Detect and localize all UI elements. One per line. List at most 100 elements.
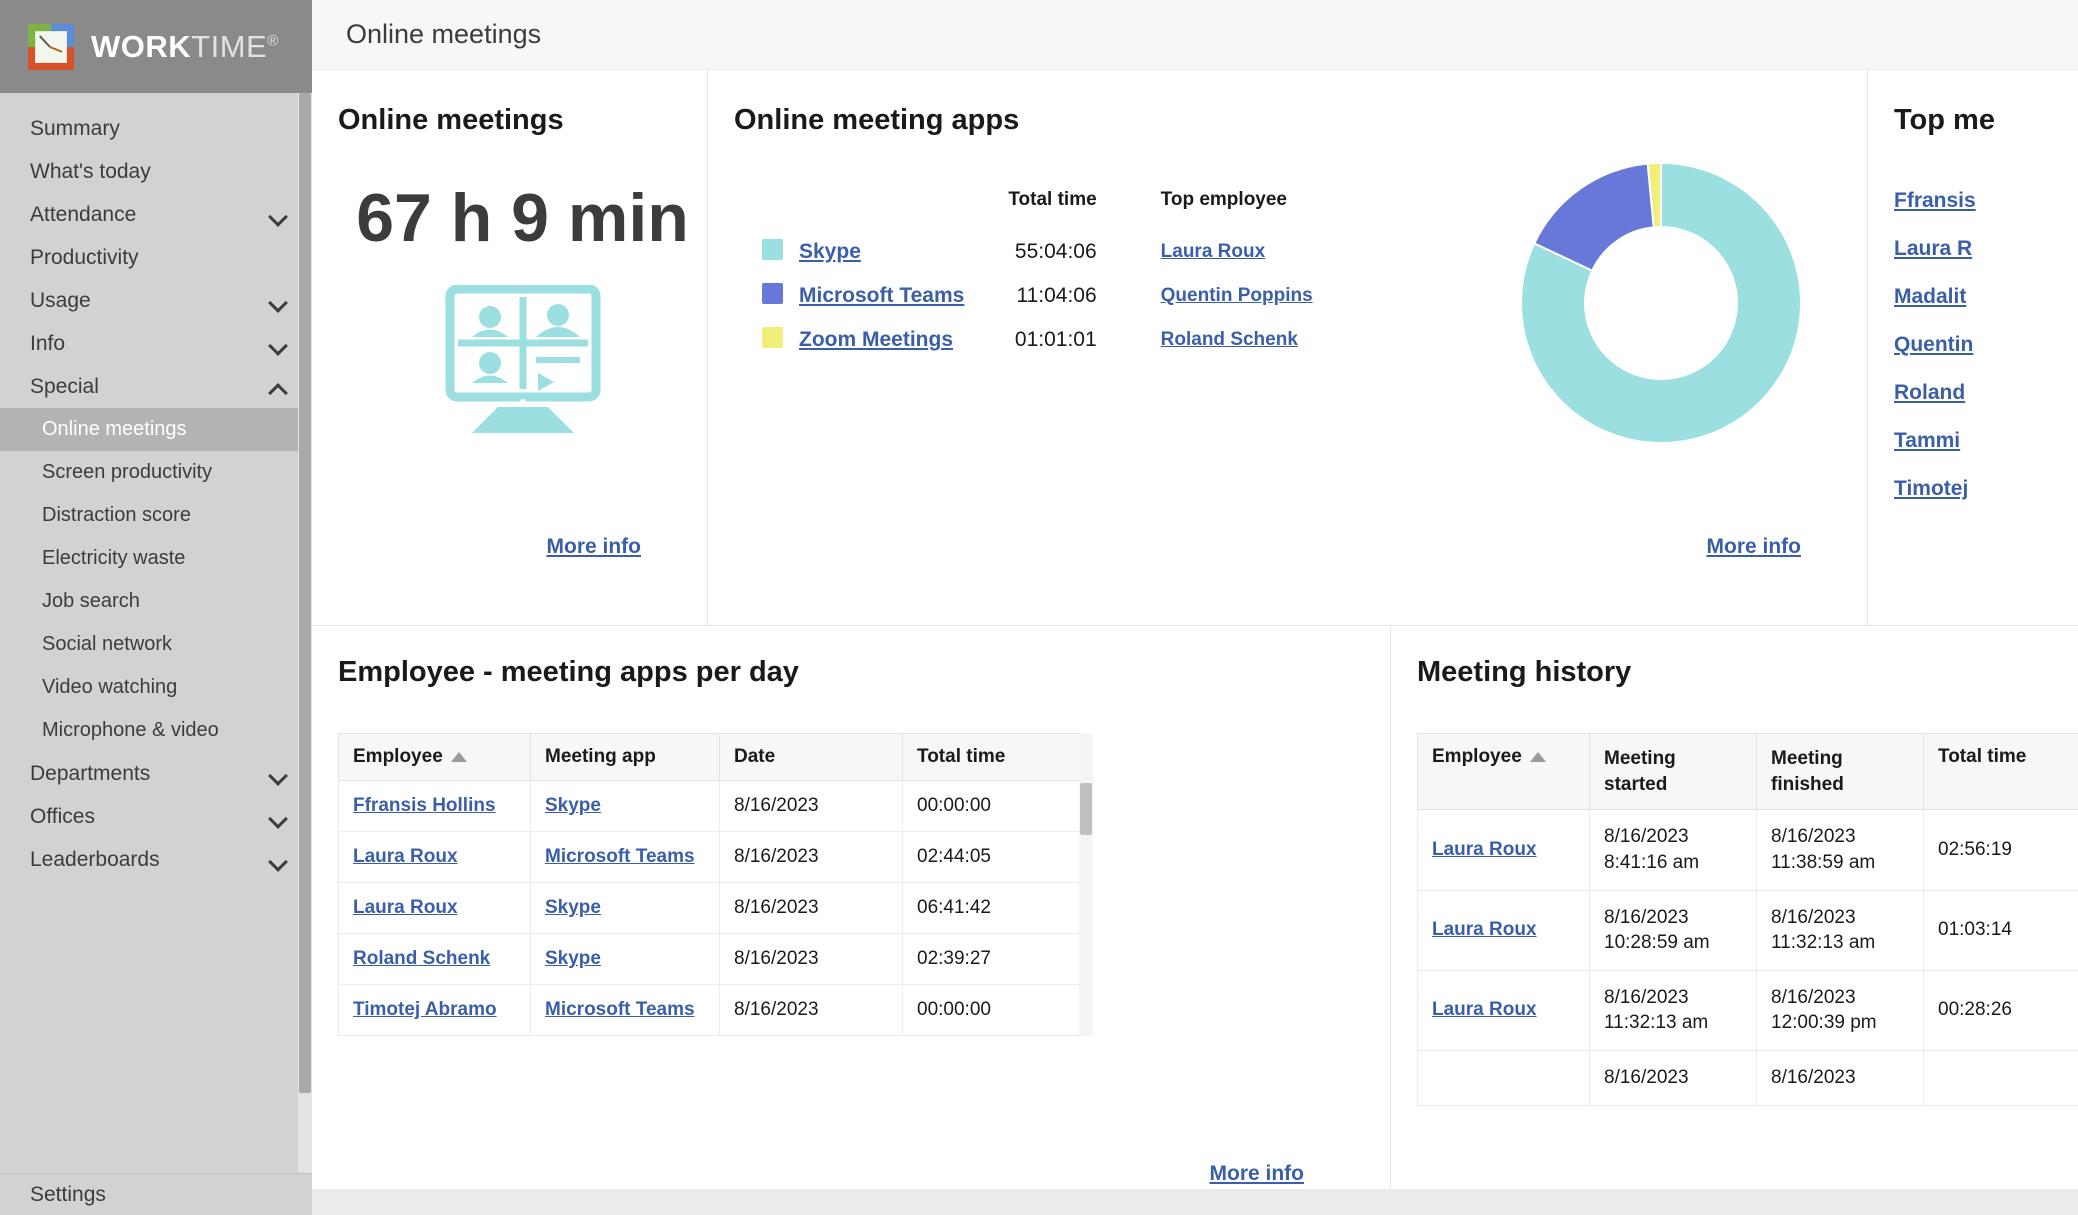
sidebar-item-social-network[interactable]: Social network bbox=[0, 623, 312, 666]
list-item[interactable]: Roland bbox=[1894, 381, 2078, 405]
sidebar-item-usage[interactable]: Usage bbox=[0, 279, 312, 322]
sidebar-item-label: Leaderboards bbox=[30, 847, 160, 871]
col-header-meeting-app[interactable]: Meeting app bbox=[530, 733, 720, 781]
sidebar-scrollbar[interactable] bbox=[298, 93, 312, 1173]
employee-link[interactable]: Laura Roux bbox=[1432, 919, 1537, 940]
cell-total-time: 06:41:42 bbox=[902, 882, 1080, 934]
employee-link[interactable]: Roland Schenk bbox=[1161, 329, 1298, 350]
list-item[interactable]: Quentin bbox=[1894, 333, 2078, 357]
chevron-down-icon bbox=[269, 292, 286, 309]
employee-link[interactable]: Laura Roux bbox=[353, 846, 458, 867]
table-row: 8/16/2023 8/16/2023 bbox=[1417, 1050, 2078, 1106]
col-header-total-time[interactable]: Total time bbox=[1923, 732, 2078, 811]
app-link-skype[interactable]: Skype bbox=[799, 240, 861, 263]
sidebar-item-leaderboards[interactable]: Leaderboards bbox=[0, 838, 312, 881]
sidebar-item-electricity-waste[interactable]: Electricity waste bbox=[0, 537, 312, 580]
cell-employee: Roland Schenk bbox=[338, 933, 531, 985]
table-row: Laura Roux 8/16/2023 10:28:59 am 8/16/20… bbox=[1417, 889, 2078, 971]
sidebar-item-productivity[interactable]: Productivity bbox=[0, 236, 312, 279]
chevron-down-icon bbox=[269, 765, 286, 782]
sidebar-item-screen-productivity[interactable]: Screen productivity bbox=[0, 451, 312, 494]
list-item[interactable]: Madalit bbox=[1894, 285, 2078, 309]
employee-link[interactable]: Timotej Abramo bbox=[353, 999, 497, 1020]
cell-total-time: 00:28:26 bbox=[1923, 969, 2078, 1052]
meeting-history-table: Employee Meeting started Meeting finishe… bbox=[1417, 732, 2078, 1106]
list-item[interactable]: Ffransis bbox=[1894, 189, 2078, 213]
app-link[interactable]: Skype bbox=[545, 897, 601, 918]
employee-link[interactable]: Laura Roux bbox=[1161, 241, 1266, 262]
sidebar-item-label: Video watching bbox=[42, 676, 178, 698]
apps-card-body: Total time Top employee Skype 55:04:06 L… bbox=[734, 161, 1867, 458]
meeting-apps-more-info-link[interactable]: More info bbox=[1707, 535, 1802, 559]
bottom-card-row: Employee - meeting apps per day Employee… bbox=[312, 626, 2078, 1214]
col-header-app bbox=[799, 189, 964, 239]
app-link[interactable]: Skype bbox=[545, 948, 601, 969]
col-header-meeting-started[interactable]: Meeting started bbox=[1589, 732, 1757, 811]
sidebar-item-job-search[interactable]: Job search bbox=[0, 580, 312, 623]
employee-table-more-info-link[interactable]: More info bbox=[1210, 1162, 1305, 1186]
list-item[interactable]: Laura R bbox=[1894, 237, 2078, 261]
list-item[interactable]: Timotej bbox=[1894, 477, 2078, 501]
sidebar-item-video-watching[interactable]: Video watching bbox=[0, 666, 312, 709]
app-link-zoom-meetings[interactable]: Zoom Meetings bbox=[799, 328, 953, 351]
app-link-microsoft-teams[interactable]: Microsoft Teams bbox=[799, 284, 964, 307]
legend-swatch-cell bbox=[762, 327, 799, 371]
list-item[interactable]: Tammi bbox=[1894, 429, 2078, 453]
app-link[interactable]: Microsoft Teams bbox=[545, 999, 695, 1020]
sidebar-item-attendance[interactable]: Attendance bbox=[0, 193, 312, 236]
sidebar-item-label: Microphone & video bbox=[42, 719, 219, 741]
sidebar-item-summary[interactable]: Summary bbox=[0, 107, 312, 150]
app-link[interactable]: Skype bbox=[545, 795, 601, 816]
top-meetings-card: Top me Ffransis Laura R Madalit Quentin … bbox=[1868, 70, 2078, 625]
app-root: WORKTIME® Summary What's today Attendanc… bbox=[0, 0, 2078, 1215]
sidebar-item-microphone-video[interactable]: Microphone & video bbox=[0, 709, 312, 752]
employee-table-scrollbar[interactable] bbox=[1079, 733, 1093, 1036]
sidebar-item-distraction-score[interactable]: Distraction score bbox=[0, 494, 312, 537]
employee-table-scrollbar-thumb[interactable] bbox=[1080, 783, 1092, 835]
sort-ascending-icon bbox=[450, 751, 467, 762]
page-title: Online meetings bbox=[346, 19, 542, 49]
sidebar-item-label: Info bbox=[30, 331, 66, 355]
cell-meeting-started: 8/16/2023 11:32:13 am bbox=[1589, 969, 1757, 1052]
app-total-time-cell: 55:04:06 bbox=[1014, 240, 1097, 263]
table-header-row: Employee Meeting started Meeting finishe… bbox=[1417, 732, 2078, 811]
employee-link[interactable]: Laura Roux bbox=[1432, 839, 1537, 860]
sidebar: WORKTIME® Summary What's today Attendanc… bbox=[0, 0, 312, 1215]
col-header-meeting-finished[interactable]: Meeting finished bbox=[1756, 732, 1924, 811]
worktime-logo-icon bbox=[28, 23, 74, 70]
sidebar-item-offices[interactable]: Offices bbox=[0, 795, 312, 838]
sidebar-scrollbar-thumb[interactable] bbox=[299, 93, 311, 1093]
employee-link[interactable]: Roland Schenk bbox=[353, 948, 490, 969]
col-header-date[interactable]: Date bbox=[719, 733, 903, 781]
col-header-employee[interactable]: Employee bbox=[1417, 732, 1590, 811]
cell-meeting-started: 8/16/2023 8:41:16 am bbox=[1589, 809, 1757, 891]
col-header-employee[interactable]: Employee bbox=[338, 733, 531, 781]
employee-link[interactable]: Laura Roux bbox=[1432, 999, 1537, 1020]
app-total-time-cell: 01:01:01 bbox=[1014, 328, 1097, 351]
sidebar-item-settings[interactable]: Settings bbox=[0, 1174, 312, 1215]
cell-meeting-app: Skype bbox=[530, 780, 720, 832]
sidebar-item-departments[interactable]: Departments bbox=[0, 752, 312, 795]
online-meetings-more-info-link[interactable]: More info bbox=[547, 535, 642, 559]
app-total-time-cell: 11:04:06 bbox=[1016, 284, 1097, 307]
sidebar-item-info[interactable]: Info bbox=[0, 322, 312, 365]
cell-employee: Ffransis Hollins bbox=[338, 780, 531, 832]
cell-total-time: 02:56:19 bbox=[1923, 809, 2078, 891]
employee-link[interactable]: Ffransis Hollins bbox=[353, 795, 496, 816]
cell-total-time: 00:00:00 bbox=[902, 984, 1080, 1036]
sidebar-item-label: Attendance bbox=[30, 202, 137, 226]
brand-header[interactable]: WORKTIME® bbox=[0, 0, 312, 93]
sidebar-item-label: Usage bbox=[30, 288, 91, 312]
app-top-employee-cell: Roland Schenk bbox=[1097, 327, 1313, 371]
sidebar-item-online-meetings[interactable]: Online meetings bbox=[0, 408, 312, 451]
employee-link[interactable]: Laura Roux bbox=[353, 897, 458, 918]
sidebar-item-whats-today[interactable]: What's today bbox=[0, 150, 312, 193]
employee-link[interactable]: Quentin Poppins bbox=[1161, 285, 1313, 306]
table-row: Skype 55:04:06 Laura Roux bbox=[762, 239, 1313, 283]
col-header-total-time[interactable]: Total time bbox=[902, 733, 1080, 781]
sidebar-item-label: Distraction score bbox=[42, 504, 191, 526]
app-link[interactable]: Microsoft Teams bbox=[545, 846, 695, 867]
sidebar-item-special[interactable]: Special bbox=[0, 365, 312, 408]
table-row: Timotej Abramo Microsoft Teams 8/16/2023… bbox=[338, 984, 1080, 1036]
cell-employee: Laura Roux bbox=[1417, 969, 1590, 1052]
